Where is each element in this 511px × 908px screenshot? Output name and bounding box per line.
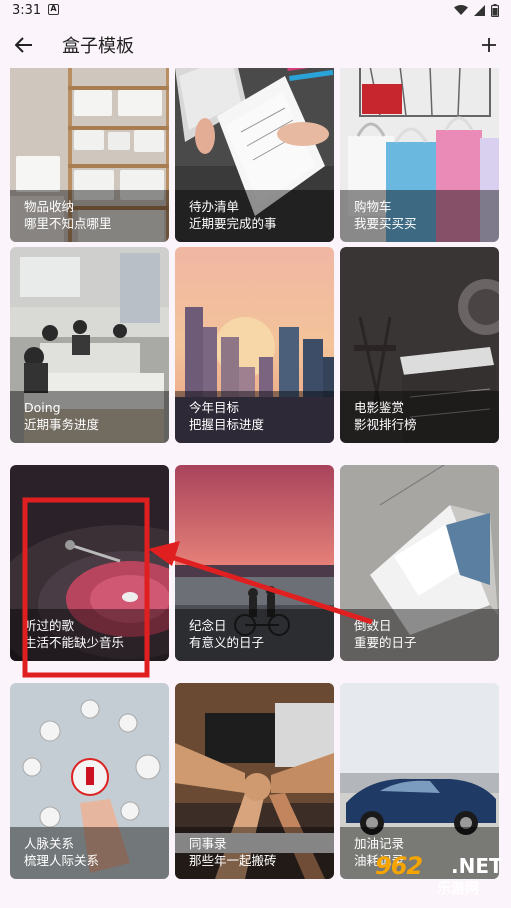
watermark-domain: .NET — [451, 854, 503, 878]
template-card-todo[interactable]: 待办清单 近期要完成的事 — [175, 68, 334, 242]
template-card-songs[interactable]: 听过的歌 生活不能缺少音乐 — [10, 465, 169, 661]
notification-icon: A — [48, 4, 59, 15]
status-bar: 3:31 A — [0, 0, 511, 22]
status-indicators — [454, 4, 499, 17]
card-title: 人脉关系 — [24, 836, 75, 851]
page-title: 盒子模板 — [62, 36, 134, 57]
card-caption: 同事录 那些年一起搬砖 — [175, 827, 334, 879]
card-title: 今年目标 — [189, 400, 240, 415]
card-subtitle: 哪里不知点哪里 — [24, 216, 112, 231]
template-card-doing[interactable]: Doing 近期事务进度 — [10, 247, 169, 443]
template-card-colleagues[interactable]: 同事录 那些年一起搬砖 — [175, 683, 334, 879]
watermark-logo: 962 — [375, 852, 423, 880]
card-caption: 听过的歌 生活不能缺少音乐 — [10, 609, 169, 661]
card-caption: 倒数日 重要的日子 — [340, 609, 499, 661]
card-subtitle: 有意义的日子 — [189, 635, 265, 650]
plus-icon — [482, 38, 496, 52]
site-watermark: 962 .NET 乐游网 — [375, 852, 505, 900]
card-subtitle: 把握目标进度 — [189, 417, 265, 432]
back-button[interactable] — [10, 31, 38, 59]
card-subtitle: 生活不能缺少音乐 — [24, 635, 125, 650]
card-caption: Doing 近期事务进度 — [10, 391, 169, 443]
card-title: 倒数日 — [354, 618, 392, 633]
watermark-sitename: 乐游网 — [437, 881, 479, 897]
card-subtitle: 我要买买买 — [354, 216, 417, 231]
card-title: 纪念日 — [189, 618, 227, 633]
status-time: 3:31 — [12, 3, 42, 18]
template-card-yearly-goal[interactable]: 今年目标 把握目标进度 — [175, 247, 334, 443]
template-card-storage[interactable]: 物品收纳 哪里不知点哪里 — [10, 68, 169, 242]
template-grid: 物品收纳 哪里不知点哪里 待办清单 近期要完成的事 购物车 我要买买买 Doin… — [10, 68, 501, 908]
card-title: 购物车 — [354, 199, 392, 214]
card-subtitle: 近期要完成的事 — [189, 216, 277, 231]
card-subtitle: 那些年一起搬砖 — [189, 853, 277, 868]
card-subtitle: 梳理人际关系 — [24, 853, 100, 868]
card-caption: 今年目标 把握目标进度 — [175, 391, 334, 443]
card-title: 物品收纳 — [24, 199, 75, 214]
template-card-anniversary[interactable]: 纪念日 有意义的日子 — [175, 465, 334, 661]
card-title: 同事录 — [189, 836, 227, 851]
arrow-back-icon — [15, 37, 32, 53]
add-button[interactable] — [475, 31, 503, 59]
card-title: 待办清单 — [189, 199, 240, 214]
template-card-countdown[interactable]: 倒数日 重要的日子 — [340, 465, 499, 661]
card-title: 电影鉴赏 — [354, 400, 405, 415]
signal-icon — [474, 5, 485, 16]
card-subtitle: 近期事务进度 — [24, 417, 100, 432]
battery-icon — [491, 4, 499, 17]
card-caption: 购物车 我要买买买 — [340, 190, 499, 242]
wifi-icon — [454, 5, 468, 15]
card-title: 加油记录 — [354, 836, 405, 851]
card-subtitle: 影视排行榜 — [354, 417, 417, 432]
template-card-connections[interactable]: 人脉关系 梳理人际关系 — [10, 683, 169, 879]
card-caption: 物品收纳 哪里不知点哪里 — [10, 190, 169, 242]
card-caption: 待办清单 近期要完成的事 — [175, 190, 334, 242]
template-card-fuel[interactable]: 加油记录 油耗记录 — [340, 683, 499, 879]
card-title: 听过的歌 — [24, 618, 75, 633]
card-caption: 电影鉴赏 影视排行榜 — [340, 391, 499, 443]
card-subtitle: 重要的日子 — [354, 635, 417, 650]
template-card-shopping[interactable]: 购物车 我要买买买 — [340, 68, 499, 242]
app-bar: 盒子模板 — [0, 22, 511, 68]
card-title: Doing — [24, 400, 61, 415]
card-caption: 纪念日 有意义的日子 — [175, 609, 334, 661]
template-card-movies[interactable]: 电影鉴赏 影视排行榜 — [340, 247, 499, 443]
card-caption: 人脉关系 梳理人际关系 — [10, 827, 169, 879]
